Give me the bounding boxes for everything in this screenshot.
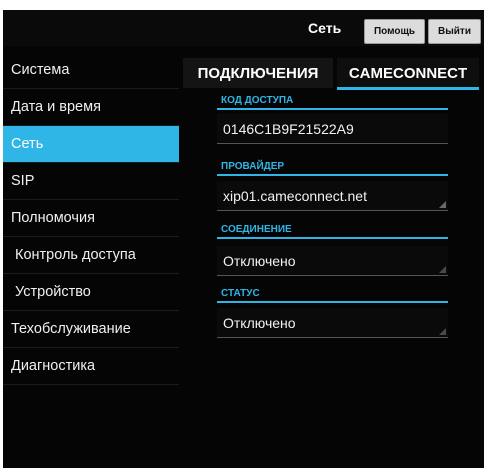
page-title: Сеть xyxy=(308,20,342,36)
provider-value: xip01.cameconnect.net xyxy=(223,187,367,204)
provider-divider xyxy=(217,174,448,176)
sidebar-item-network[interactable]: Сеть xyxy=(3,126,179,163)
sidebar-item-maintenance[interactable]: Техобслуживание xyxy=(3,311,179,348)
top-bar: Сеть Помощь Выйти xyxy=(3,10,484,46)
status-label: СТАТУС xyxy=(221,288,260,299)
access-code-label: КОД ДОСТУПА xyxy=(221,95,294,106)
tab-cameconnect[interactable]: CAMECONNECT xyxy=(337,58,479,90)
provider-input[interactable]: xip01.cameconnect.net xyxy=(217,181,448,211)
connection-value: Отключено xyxy=(223,252,296,269)
resize-handle-icon xyxy=(439,201,446,208)
help-button[interactable]: Помощь xyxy=(364,19,425,44)
sidebar-item-access-control[interactable]: Контроль доступа xyxy=(3,237,179,274)
sidebar-item-permissions[interactable]: Полномочия xyxy=(3,200,179,237)
sidebar-item-sip[interactable]: SIP xyxy=(3,163,179,200)
status-value: Отключено xyxy=(223,314,296,331)
access-code-divider xyxy=(217,108,448,110)
connection-divider xyxy=(217,237,448,239)
device-screen: Сеть Помощь Выйти Система Дата и время С… xyxy=(3,10,484,468)
exit-button[interactable]: Выйти xyxy=(428,19,481,44)
status-value-box: Отключено xyxy=(217,308,448,338)
resize-handle-icon xyxy=(439,266,446,273)
sidebar-item-diagnostics[interactable]: Диагностика xyxy=(3,348,179,385)
sidebar: Система Дата и время Сеть SIP Полномочия… xyxy=(3,52,179,385)
status-divider xyxy=(217,301,448,303)
tab-connections[interactable]: ПОДКЛЮЧЕНИЯ xyxy=(183,58,333,88)
provider-label: ПРОВАЙДЕР xyxy=(221,161,285,172)
connection-value-box: Отключено xyxy=(217,246,448,276)
sidebar-item-system[interactable]: Система xyxy=(3,52,179,89)
connection-label: СОЕДИНЕНИЕ xyxy=(221,224,292,235)
access-code-value: 0146C1B9F21522A9 xyxy=(217,114,448,144)
sidebar-item-device[interactable]: Устройство xyxy=(3,274,179,311)
resize-handle-icon xyxy=(439,328,446,335)
sidebar-item-date-time[interactable]: Дата и время xyxy=(3,89,179,126)
